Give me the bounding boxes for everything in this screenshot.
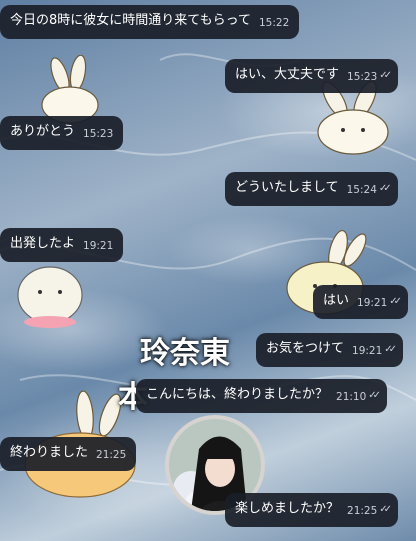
double-check-icon: ✓✓	[384, 344, 397, 355]
message-bubble[interactable]: お気をつけて 19:21 ✓✓	[256, 333, 404, 367]
double-check-icon: ✓✓	[378, 183, 392, 194]
message-bubble[interactable]: はい、大丈夫です 15:23 ✓✓	[225, 59, 399, 93]
message-text: 楽しめましたか？	[235, 501, 340, 516]
message-text: 今日の8時に彼女に時間通り来てもらって	[10, 13, 251, 28]
message-time: 19:21	[352, 345, 383, 357]
double-check-icon: ✓✓	[379, 70, 392, 81]
message-time: 19:21	[83, 240, 114, 252]
message-text: お気をつけて	[266, 341, 345, 356]
message-text: どういたしまして	[235, 180, 339, 195]
message-time: 21:25	[347, 505, 378, 517]
chick-sticker	[17, 266, 83, 328]
double-check-icon: ✓✓	[389, 296, 402, 307]
message-time: 21:25	[96, 449, 127, 461]
message-bubble[interactable]: 終わりました 21:25	[0, 437, 137, 471]
message-text: ありがとう	[10, 124, 76, 139]
message-time: 15:23	[83, 128, 114, 140]
message-time: 19:21	[357, 297, 388, 309]
message-text: 出発したよ	[10, 236, 76, 251]
message-bubble[interactable]: はい 19:21 ✓✓	[313, 285, 409, 319]
message-time: 15:23	[347, 71, 378, 83]
double-check-icon: ✓✓	[368, 390, 381, 401]
bunny-sticker	[41, 55, 99, 124]
message-text: はい、大丈夫です	[235, 67, 340, 82]
double-check-icon: ✓✓	[379, 504, 392, 515]
message-time: 21:10	[336, 391, 367, 403]
message-text: はい	[323, 293, 350, 308]
message-bubble[interactable]: 楽しめましたか？ 21:25 ✓✓	[225, 493, 399, 527]
message-bubble[interactable]: ありがとう 15:23	[0, 116, 124, 150]
message-text: 終わりました	[10, 445, 89, 460]
message-time: 15:24	[346, 184, 377, 196]
message-text: こんにちは、終わりましたか？	[146, 387, 329, 402]
wallpaper-title-line1: 玲奈東	[140, 336, 230, 371]
message-bubble[interactable]: 出発したよ 19:21	[0, 228, 124, 262]
message-bubble[interactable]: 今日の8時に彼女に時間通り来てもらって 15:22	[0, 5, 300, 39]
message-time: 15:22	[258, 17, 290, 29]
message-bubble[interactable]: こんにちは、終わりましたか？ 21:10 ✓✓	[136, 379, 388, 413]
message-bubble[interactable]: どういたしまして 15:24 ✓✓	[225, 172, 398, 206]
